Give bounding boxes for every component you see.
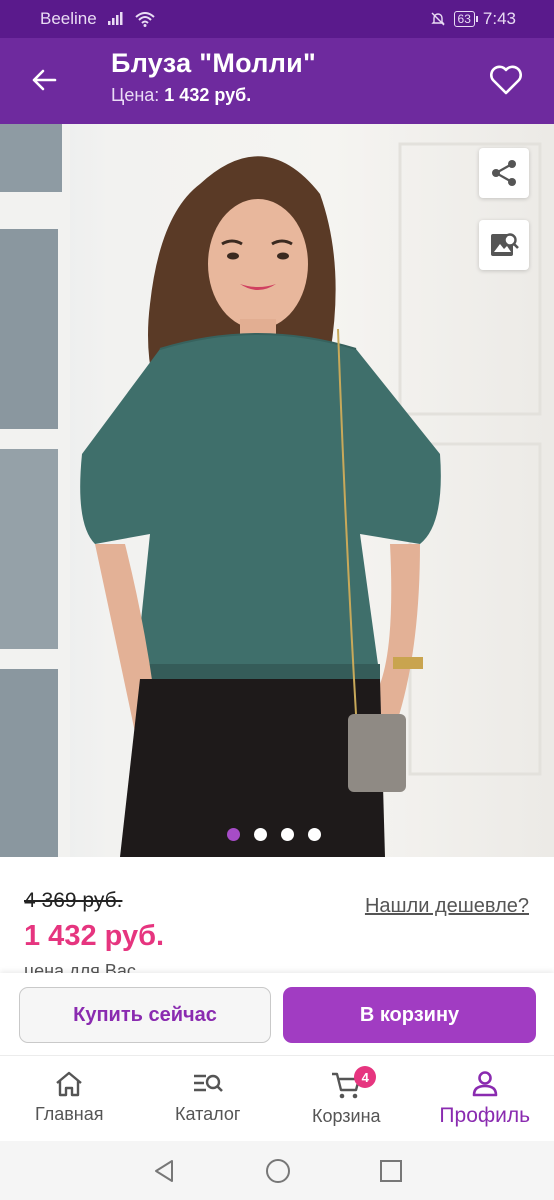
arrow-left-icon bbox=[32, 69, 57, 91]
image-search-icon bbox=[491, 233, 519, 256]
cart-badge: 4 bbox=[354, 1066, 377, 1088]
gallery-dot-3[interactable] bbox=[281, 828, 294, 841]
catalog-search-icon bbox=[193, 1074, 223, 1092]
found-cheaper-link[interactable]: Нашли дешевле? bbox=[365, 895, 529, 918]
app-bar: Блуза "Молли" Цена: 1 432 руб. bbox=[0, 38, 554, 124]
gallery-dot-2[interactable] bbox=[254, 828, 267, 841]
bottom-navigation: Главная Каталог 4 Корзина Профиль bbox=[0, 1055, 554, 1141]
gallery-dot-4[interactable] bbox=[308, 828, 321, 841]
profile-icon bbox=[472, 1071, 498, 1097]
wifi-icon bbox=[135, 11, 155, 27]
share-icon bbox=[492, 160, 516, 186]
header-price-value: 1 432 руб. bbox=[164, 85, 252, 105]
product-photo bbox=[0, 124, 542, 857]
nav-label-profile: Профиль bbox=[439, 1104, 531, 1127]
product-image-gallery[interactable] bbox=[0, 124, 554, 857]
nav-item-profile[interactable]: Профиль bbox=[416, 1056, 554, 1141]
signal-icon bbox=[107, 12, 123, 25]
header-price-label: Цена: bbox=[111, 85, 160, 105]
nav-label-cart: Корзина bbox=[311, 1106, 381, 1126]
title-block: Блуза "Молли" Цена: 1 432 руб. bbox=[111, 48, 316, 106]
nav-item-home[interactable]: Главная bbox=[0, 1056, 139, 1141]
gallery-pagination bbox=[0, 828, 551, 841]
home-circle-icon[interactable] bbox=[265, 1158, 291, 1184]
favorite-button[interactable] bbox=[486, 60, 526, 100]
action-bar: Купить сейчас В корзину bbox=[0, 973, 554, 1055]
nav-label-catalog: Каталог bbox=[175, 1104, 241, 1124]
nav-item-cart[interactable]: 4 Корзина bbox=[277, 1056, 416, 1141]
new-price: 1 432 руб. bbox=[24, 920, 165, 952]
status-right: 63 7:43 bbox=[430, 9, 516, 29]
back-button[interactable] bbox=[24, 60, 64, 100]
buy-now-button[interactable]: Купить сейчас bbox=[19, 987, 271, 1043]
page-title: Блуза "Молли" bbox=[111, 48, 317, 78]
status-time: 7:43 bbox=[482, 9, 516, 28]
heart-icon bbox=[490, 65, 522, 95]
image-search-button[interactable] bbox=[479, 220, 529, 270]
carrier-name: Beeline bbox=[40, 9, 97, 28]
nav-label-home: Главная bbox=[34, 1104, 104, 1124]
status-bar: Beeline 63 7:43 bbox=[0, 0, 554, 38]
system-navigation bbox=[0, 1141, 554, 1200]
share-button[interactable] bbox=[479, 148, 529, 198]
mute-bell-icon bbox=[430, 12, 445, 26]
home-icon bbox=[56, 1071, 83, 1097]
recents-square-icon[interactable] bbox=[379, 1159, 403, 1183]
header-price: Цена: 1 432 руб. bbox=[111, 85, 316, 106]
price-section: 4 369 руб. 1 432 руб. цена для Вас Нашли… bbox=[0, 857, 554, 977]
battery-icon: 63 bbox=[453, 11, 479, 27]
nav-item-catalog[interactable]: Каталог bbox=[139, 1056, 278, 1141]
carrier-group: Beeline bbox=[40, 9, 155, 29]
gallery-dot-1[interactable] bbox=[227, 828, 240, 841]
old-price: 4 369 руб. bbox=[24, 889, 123, 912]
back-triangle-icon[interactable] bbox=[151, 1158, 177, 1184]
add-to-cart-button[interactable]: В корзину bbox=[283, 987, 536, 1043]
